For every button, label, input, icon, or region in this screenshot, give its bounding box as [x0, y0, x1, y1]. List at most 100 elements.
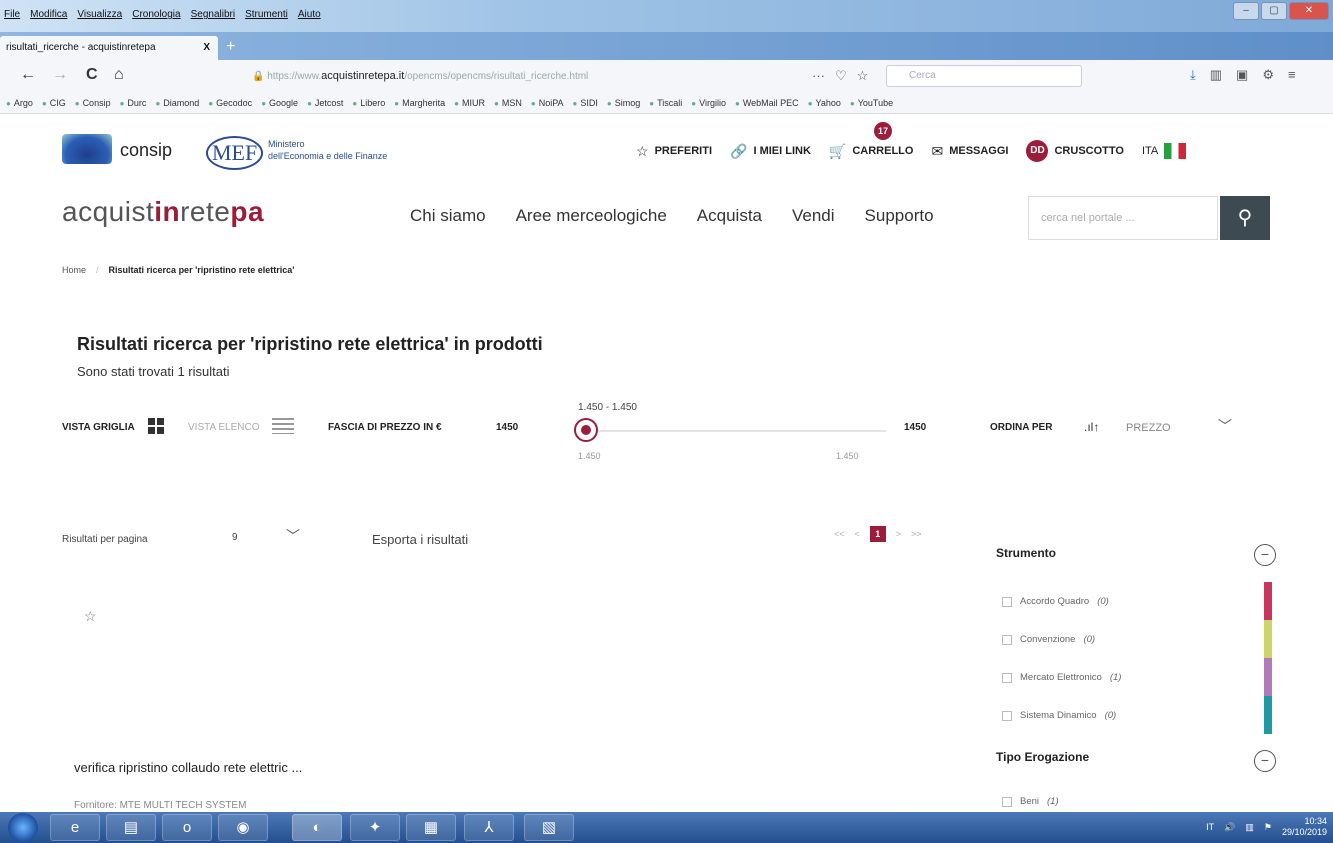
tab-close-icon[interactable]: X — [203, 36, 210, 60]
price-min-input[interactable]: 1450 — [496, 422, 518, 433]
search-icon[interactable]: ⚲ — [1220, 196, 1270, 240]
bookmark-item[interactable]: Jetcost — [307, 92, 344, 113]
bookmark-item[interactable]: Margherita — [394, 92, 445, 113]
tab-active[interactable]: risultati_ricerche - acquistinretepa X — [0, 36, 218, 60]
facet-option[interactable]: Beni (1) — [1002, 796, 1059, 807]
list-view-label[interactable]: VISTA ELENCO — [188, 422, 260, 433]
page-first[interactable]: << — [834, 529, 845, 539]
list-view-icon[interactable] — [272, 418, 294, 434]
breadcrumb-home[interactable]: Home — [62, 265, 86, 275]
export-results-link[interactable]: Esporta i risultati — [372, 532, 468, 547]
bookmark-item[interactable]: Argo — [6, 92, 33, 113]
price-slider-handle[interactable] — [574, 418, 598, 442]
grid-view-label[interactable]: VISTA GRIGLIA — [62, 422, 135, 433]
menu-aiuto[interactable]: Aiuto — [298, 9, 321, 20]
download-icon[interactable]: ⤓ — [1190, 67, 1196, 83]
network-icon[interactable]: ▥ — [1245, 822, 1254, 833]
word-icon[interactable]: ▧ — [524, 814, 574, 841]
checkbox[interactable] — [1002, 634, 1012, 645]
app-icon[interactable]: ✦ — [350, 814, 400, 841]
price-slider-track[interactable] — [596, 430, 886, 432]
url-bar[interactable]: 🔒 https://www.acquistinretepa.it/opencms… — [244, 65, 894, 87]
bookmark-item[interactable]: Diamond — [155, 92, 199, 113]
nav-supporto[interactable]: Supporto — [865, 206, 934, 226]
bookmark-item[interactable]: Google — [261, 92, 298, 113]
back-icon[interactable]: ← — [20, 66, 36, 84]
reload-icon[interactable]: C — [86, 66, 98, 84]
page-prev[interactable]: < — [855, 529, 860, 539]
messaggi-link[interactable]: ✉ MESSAGGI — [931, 143, 1008, 160]
bookmark-item[interactable]: Libero — [352, 92, 385, 113]
menu-visualizza[interactable]: Visualizza — [77, 9, 122, 20]
bookmark-item[interactable]: MSN — [494, 92, 522, 113]
minimize-button[interactable]: – — [1233, 2, 1259, 20]
nav-chi-siamo[interactable]: Chi siamo — [410, 206, 486, 226]
page-last[interactable]: >> — [911, 529, 922, 539]
bookmark-item[interactable]: CIG — [42, 92, 66, 113]
sort-select-value[interactable]: PREZZO — [1126, 422, 1171, 434]
acrobat-icon[interactable]: ⅄ — [464, 814, 514, 841]
clock[interactable]: 10:34 29/10/2019 — [1282, 816, 1327, 838]
nav-aree-merceologiche[interactable]: Aree merceologiche — [516, 206, 667, 226]
bookmark-item[interactable]: MIUR — [454, 92, 485, 113]
menu-file[interactable]: File — [4, 9, 20, 20]
collapse-icon[interactable]: − — [1254, 750, 1276, 772]
page-current[interactable]: 1 — [869, 526, 886, 542]
chrome-icon[interactable]: ◉ — [218, 814, 268, 841]
miei-link-link[interactable]: 🔗 I MIEI LINK — [730, 143, 811, 160]
chevron-down-icon[interactable]: ﹀ — [286, 526, 300, 546]
bookmark-item[interactable]: Simog — [607, 92, 641, 113]
office-icon[interactable]: o — [162, 814, 212, 841]
facet-option[interactable]: Accordo Quadro (0) — [1002, 596, 1109, 607]
bookmark-item[interactable]: Tiscali — [649, 92, 682, 113]
home-icon[interactable]: ⌂ — [114, 66, 124, 84]
facet-option[interactable]: Convenzione (0) — [1002, 634, 1095, 645]
checkbox[interactable] — [1002, 796, 1012, 807]
bookmark-item[interactable]: YouTube — [850, 92, 893, 113]
nav-acquista[interactable]: Acquista — [697, 206, 762, 226]
language-indicator[interactable]: IT — [1206, 822, 1214, 832]
pocket-icon[interactable]: ♡ — [835, 68, 847, 84]
consip-logo-icon[interactable] — [62, 134, 112, 164]
collapse-icon[interactable]: − — [1254, 544, 1276, 566]
more-icon[interactable]: ··· — [812, 68, 825, 84]
checkbox[interactable] — [1002, 710, 1012, 721]
consip-logo-text[interactable]: consip — [120, 140, 172, 161]
product-title[interactable]: verifica ripristino collaudo rete elettr… — [74, 757, 324, 778]
bookmark-item[interactable]: Yahoo — [808, 92, 841, 113]
bookmark-item[interactable]: Virgilio — [691, 92, 726, 113]
checkbox[interactable] — [1002, 672, 1012, 683]
library-icon[interactable]: ▥ — [1210, 67, 1222, 83]
sort-ascending-icon[interactable]: .ıl↑ — [1084, 420, 1099, 434]
checkbox[interactable] — [1002, 596, 1012, 607]
bookmark-item[interactable]: Gecodoc — [208, 92, 252, 113]
excel-icon[interactable]: ▦ — [406, 814, 456, 841]
internet-explorer-icon[interactable]: e — [50, 814, 100, 841]
bookmark-item[interactable]: SIDI — [573, 92, 598, 113]
grid-view-icon[interactable] — [148, 418, 164, 434]
start-button[interactable] — [8, 813, 38, 842]
nav-vendi[interactable]: Vendi — [792, 206, 835, 226]
bookmark-item[interactable]: Consip — [75, 92, 111, 113]
menu-cronologia[interactable]: Cronologia — [132, 9, 180, 20]
new-tab-button[interactable]: + — [226, 38, 235, 56]
menu-segnalibri[interactable]: Segnalibri — [191, 9, 235, 20]
bookmark-star-icon[interactable]: ☆ — [857, 68, 869, 84]
browser-search-input[interactable]: Cerca — [886, 65, 1082, 87]
flag-icon[interactable]: ⚑ — [1264, 822, 1272, 833]
extension-icon[interactable]: ⚙ — [1262, 67, 1274, 83]
language-switch[interactable]: ITA — [1142, 143, 1187, 159]
forward-icon[interactable]: → — [52, 66, 68, 84]
menu-icon[interactable]: ≡ — [1288, 67, 1296, 83]
bookmark-item[interactable]: NoiPA — [531, 92, 564, 113]
menu-modifica[interactable]: Modifica — [30, 9, 67, 20]
facet-option[interactable]: Mercato Elettronico (1) — [1002, 672, 1121, 683]
mef-logo[interactable]: MEF — [206, 136, 264, 170]
site-brand[interactable]: acquistinretepa — [62, 196, 264, 228]
price-max-input[interactable]: 1450 — [904, 422, 926, 433]
page-next[interactable]: > — [896, 529, 901, 539]
cruscotto-link[interactable]: DD CRUSCOTTO — [1026, 140, 1124, 162]
bookmark-item[interactable]: WebMail PEC — [735, 92, 799, 113]
menu-strumenti[interactable]: Strumenti — [245, 9, 288, 20]
volume-icon[interactable]: 🔊 — [1224, 822, 1235, 833]
